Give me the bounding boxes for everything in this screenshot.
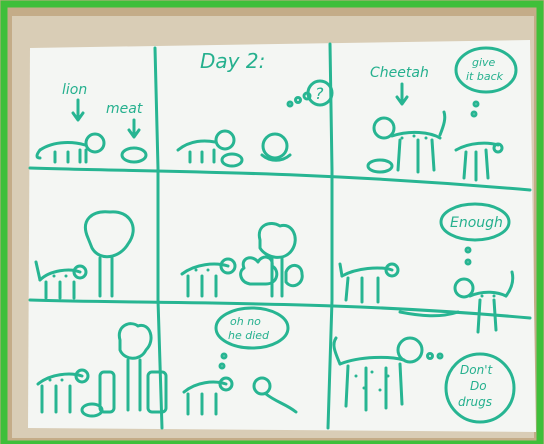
drugs-line: drugs (458, 395, 492, 409)
oh-no-line1: oh no (230, 315, 261, 328)
oh-no-line2: he died (228, 329, 270, 342)
meat-label: meat (106, 101, 143, 117)
comic-photo: Day 2: lion meat ? Cheetah give it back (0, 0, 544, 444)
cheetah-label: Cheetah (370, 65, 429, 81)
question-mark: ? (315, 84, 324, 103)
lion-label: lion (62, 82, 87, 98)
do-line: Do (470, 379, 487, 393)
give-it-back-line1: give (472, 56, 496, 69)
enough-text: Enough (450, 215, 503, 231)
dont-line: Don't (460, 363, 493, 377)
comic-title: Day 2: (200, 49, 265, 73)
give-it-back-line2: it back (466, 70, 504, 83)
